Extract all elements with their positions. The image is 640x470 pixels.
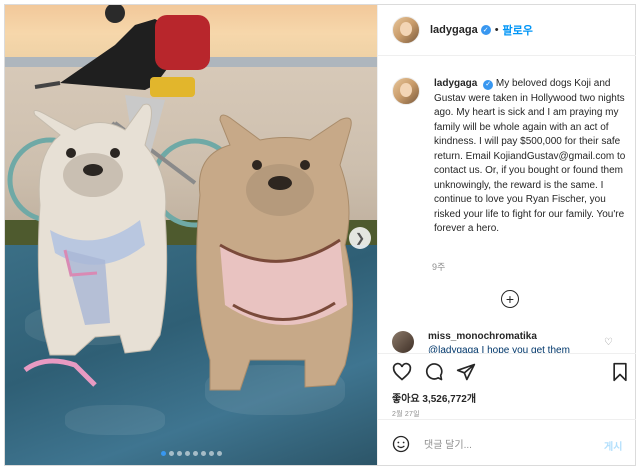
avatar[interactable] [392,331,414,353]
comment-text: @ladygaga I hope you get them [428,345,570,353]
next-photo-button[interactable]: ❯ [349,227,371,249]
emoji-icon[interactable] [392,435,410,453]
post-comment-button[interactable]: 게시 [604,438,622,453]
comment-item: miss_monochromatika @ladygaga I hope you… [392,331,628,353]
comment-username-link[interactable]: miss_monochromatika [428,331,570,343]
caption-username-link[interactable]: ladygaga [434,78,477,89]
send-icon[interactable] [456,362,476,382]
post-header: ladygaga ✓ • 팔로우 [378,5,636,56]
like-count[interactable]: 좋아요 3,526,772개 [392,390,476,405]
carousel-dot [217,451,222,456]
comment-icon[interactable] [424,362,444,382]
post-photo[interactable]: ❯ [5,5,377,465]
comment-like-button[interactable]: ♡ [604,337,613,348]
post-actions: 좋아요 3,526,772개 2월 27일 [378,353,636,419]
caption-text-block: ladygaga ✓ My beloved dogs Koji and Gust… [434,77,628,237]
carousel-dot [209,451,214,456]
post-caption: ladygaga ✓ My beloved dogs Koji and Gust… [392,77,628,237]
chevron-right-icon: ❯ [354,231,366,245]
heart-icon[interactable] [392,362,412,382]
post-side-panel: ladygaga ✓ • 팔로우 ladygaga ✓ My beloved d… [377,5,636,465]
carousel-dot [185,451,190,456]
username-link[interactable]: ladygaga [430,24,478,36]
follow-button[interactable]: 팔로우 [503,22,533,38]
carousel-dots [161,451,222,456]
caption-text: My beloved dogs Koji and Gustav were tak… [434,78,626,234]
carousel-dot [201,451,206,456]
post-date[interactable]: 2월 27일 [392,409,420,419]
caption-timestamp[interactable]: 9주 [432,260,445,273]
comment-input[interactable] [422,434,596,456]
avatar[interactable] [392,77,420,105]
verified-badge-icon: ✓ [483,80,494,91]
photo-illustration [7,5,353,391]
carousel-dot [169,451,174,456]
bookmark-icon[interactable] [610,362,630,382]
add-comment-box: 게시 [378,419,636,466]
carousel-dot [177,451,182,456]
post-card: ❯ ladygaga ✓ • 팔로우 ladygaga ✓ My beloved… [4,4,636,466]
avatar[interactable] [392,16,420,44]
carousel-dot [161,451,166,456]
separator: • [494,24,499,36]
plus-circle-icon: + [505,291,515,307]
carousel-dot [193,451,198,456]
load-more-comments-button[interactable]: + [501,290,519,308]
verified-badge-icon: ✓ [480,25,491,35]
